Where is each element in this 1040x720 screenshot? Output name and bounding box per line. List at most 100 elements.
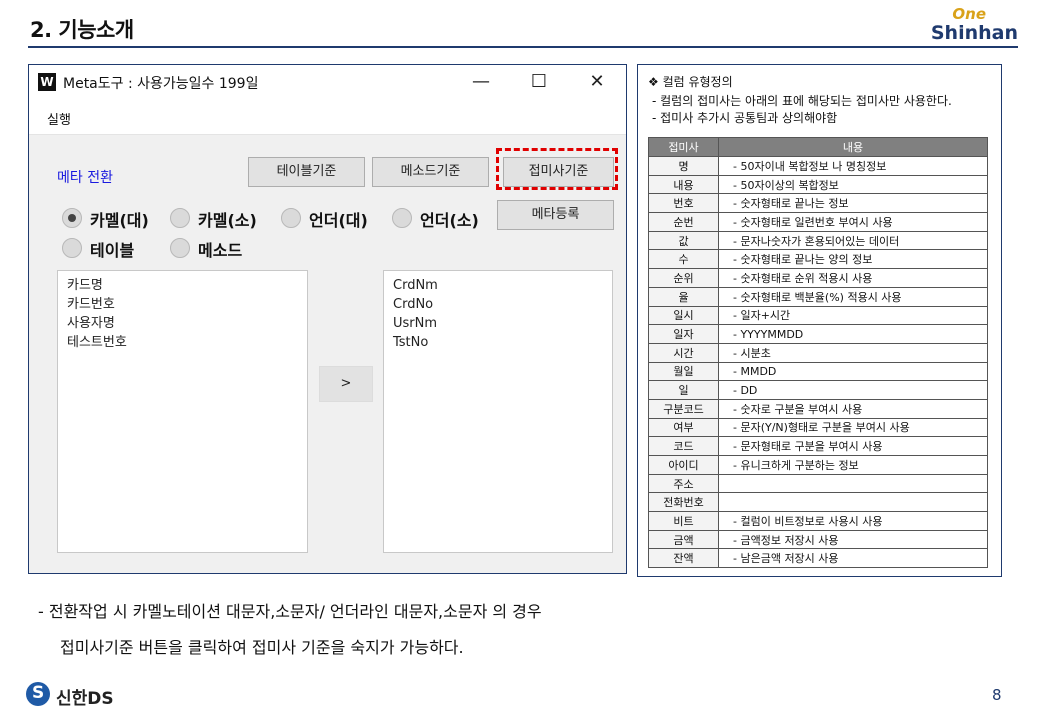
shinhan-emblem-icon: S <box>26 682 50 706</box>
meta-convert-label: 메타 전환 <box>57 170 113 186</box>
list-item[interactable]: 카드명 <box>67 276 298 295</box>
table-row: 비트 - 컬럼이 비트정보로 사용시 사용 <box>648 511 988 531</box>
menu-item-run[interactable]: 실행 <box>47 109 71 128</box>
table-row: 수- 숫자형태로 끝나는 양의 정보 <box>648 249 988 270</box>
radio-label: 언더(대) <box>309 211 368 230</box>
window-title: Meta도구 : 사용가능일수 199일 <box>63 76 259 92</box>
table-row: 전화번호 <box>648 492 988 513</box>
title-divider <box>28 46 1018 48</box>
content-cell: - 금액정보 저장시 사용 <box>718 529 988 550</box>
content-cell: - MMDD <box>718 361 988 382</box>
content-cell: - 50자이내 복합정보 나 명칭정보 <box>718 156 988 176</box>
list-item[interactable]: 테스트번호 <box>67 333 298 352</box>
content-cell: - 컬럼이 비트정보로 사용시 사용 <box>718 511 988 531</box>
list-item[interactable]: UsrNm <box>393 314 603 333</box>
suffix-cell: 전화번호 <box>648 492 719 513</box>
suffix-cell: 시간 <box>648 342 719 363</box>
table-row: 구분코드 - 숫자로 구분을 부여시 사용 <box>648 398 988 419</box>
table-basis-button[interactable]: 테이블기준 <box>248 157 365 187</box>
content-cell: - 숫자형태로 끝나는 양의 정보 <box>718 249 988 270</box>
content-cell: - 문자(Y/N)형태로 구분을 부여시 사용 <box>718 417 988 438</box>
radio-camel-upper[interactable]: 카멜(대) <box>62 207 162 231</box>
radio-selected-dot <box>68 214 76 222</box>
suffix-cell: 수 <box>648 249 719 270</box>
suffix-cell: 비트 <box>648 511 719 531</box>
suffix-cell: 주소 <box>648 473 719 494</box>
radio-button-icon <box>62 208 82 228</box>
radio-button-icon <box>392 208 412 228</box>
suffix-cell: 일자 <box>648 324 719 344</box>
suffix-cell: 여부 <box>648 417 719 438</box>
brand-one-text: One <box>952 5 986 23</box>
suffix-cell: 순번 <box>648 212 719 232</box>
content-cell: - 숫자형태로 순위 적용시 사용 <box>718 268 988 288</box>
table-row: 내용 - 50자이상의 복합정보 <box>648 174 988 195</box>
suffix-table: 접미사 내용 명- 50자이내 복합정보 나 명칭정보 내용 - 50자이상의 복합… <box>648 137 988 569</box>
radio-label: 언더(소) <box>420 211 479 230</box>
radio-camel-lower[interactable]: 카멜(소) <box>170 207 270 231</box>
suffix-cell: 금액 <box>648 529 719 550</box>
list-item[interactable]: CrdNo <box>393 295 603 314</box>
content-cell: - 시분초 <box>718 342 988 363</box>
shinhan-ds-logo: S 신한DS <box>26 682 126 709</box>
spec-note: - 컬럼의 접미사는 아래의 표에 해당되는 접미사만 사용한다. <box>652 94 952 108</box>
spec-note: - 접미사 추가시 공통팀과 상의해야함 <box>652 111 838 125</box>
radio-label: 카멜(소) <box>198 211 257 230</box>
close-icon[interactable]: ✕ <box>568 65 626 99</box>
convert-arrow-button[interactable]: > <box>319 366 373 402</box>
content-cell <box>718 492 988 513</box>
suffix-cell: 월일 <box>648 361 719 382</box>
suffix-cell: 잔액 <box>648 548 719 569</box>
one-shinhan-logo: One Shinhan <box>908 6 1018 44</box>
table-row: 율- 숫자형태로 백분율(%) 적용시 사용 <box>648 286 988 307</box>
meta-register-button[interactable]: 메타등록 <box>497 200 614 230</box>
radio-table[interactable]: 테이블 <box>62 237 162 261</box>
list-item[interactable]: CrdNm <box>393 276 603 295</box>
content-cell: - 숫자형태로 일련번호 부여시 사용 <box>718 212 988 232</box>
suffix-cell: 내용 <box>648 174 719 195</box>
brand-shinhan-text: Shinhan <box>930 22 1018 44</box>
converted-names-listbox[interactable]: CrdNm CrdNo UsrNm TstNo <box>383 270 613 553</box>
suffix-button-highlight <box>496 148 618 190</box>
suffix-spec-panel: ❖ 컬럼 유형정의 - 컬럼의 접미사는 아래의 표에 해당되는 접미사만 사용… <box>637 64 1002 577</box>
spec-heading: ❖ 컬럼 유형정의 <box>648 75 733 89</box>
content-cell: - 숫자형태로 끝나는 정보 <box>718 193 988 214</box>
table-row: 일자 - YYYYMMDD <box>648 324 988 344</box>
content-cell: - 유니크하게 구분하는 정보 <box>718 455 988 475</box>
description-line-2: 접미사기준 버튼을 클릭하여 접미사 기준을 숙지가 가능하다. <box>60 638 464 657</box>
radio-under-upper[interactable]: 언더(대) <box>281 207 391 231</box>
suffix-cell: 아이디 <box>648 455 719 475</box>
content-cell: - DD <box>718 380 988 400</box>
radio-label: 메소드 <box>198 241 243 260</box>
method-basis-button[interactable]: 메소드기준 <box>372 157 489 187</box>
footer-logo-text: 신한DS <box>56 689 114 709</box>
source-names-listbox[interactable]: 카드명 카드번호 사용자명 테스트번호 <box>57 270 308 553</box>
content-cell: - 일자+시간 <box>718 305 988 326</box>
description-line-1: - 전환작업 시 카멜노테이션 대문자,소문자/ 언더라인 대문자,소문자 의 … <box>38 602 542 621</box>
table-row: 순번 - 숫자형태로 일련번호 부여시 사용 <box>648 212 988 232</box>
minimize-icon[interactable]: — <box>452 65 510 99</box>
table-row: 여부 - 문자(Y/N)형태로 구분을 부여시 사용 <box>648 417 988 438</box>
maximize-icon[interactable]: ☐ <box>510 65 568 99</box>
window-titlebar[interactable]: W Meta도구 : 사용가능일수 199일 — ☐ ✕ <box>29 65 626 99</box>
suffix-cell: 값 <box>648 230 719 251</box>
page-number: 8 <box>992 686 1002 704</box>
column-header-content: 내용 <box>718 137 988 157</box>
table-row: 아이디 - 유니크하게 구분하는 정보 <box>648 455 988 475</box>
meta-tool-window: W Meta도구 : 사용가능일수 199일 — ☐ ✕ 실행 메타 전환 테이… <box>28 64 627 574</box>
radio-button-icon <box>62 238 82 258</box>
radio-label: 테이블 <box>90 241 135 260</box>
content-cell <box>718 473 988 494</box>
table-row: 번호 - 숫자형태로 끝나는 정보 <box>648 193 988 214</box>
list-item[interactable]: 사용자명 <box>67 314 298 333</box>
suffix-cell: 코드 <box>648 436 719 456</box>
table-row: 월일 - MMDD <box>648 361 988 382</box>
suffix-cell: 구분코드 <box>648 398 719 419</box>
radio-method[interactable]: 메소드 <box>170 237 270 261</box>
radio-under-lower[interactable]: 언더(소) <box>392 207 502 231</box>
table-row: 값- 문자나숫자가 혼용되어있는 데이터 <box>648 230 988 251</box>
table-row: 순위 - 숫자형태로 순위 적용시 사용 <box>648 268 988 288</box>
list-item[interactable]: TstNo <box>393 333 603 352</box>
table-row: 명- 50자이내 복합정보 나 명칭정보 <box>648 156 988 176</box>
list-item[interactable]: 카드번호 <box>67 295 298 314</box>
